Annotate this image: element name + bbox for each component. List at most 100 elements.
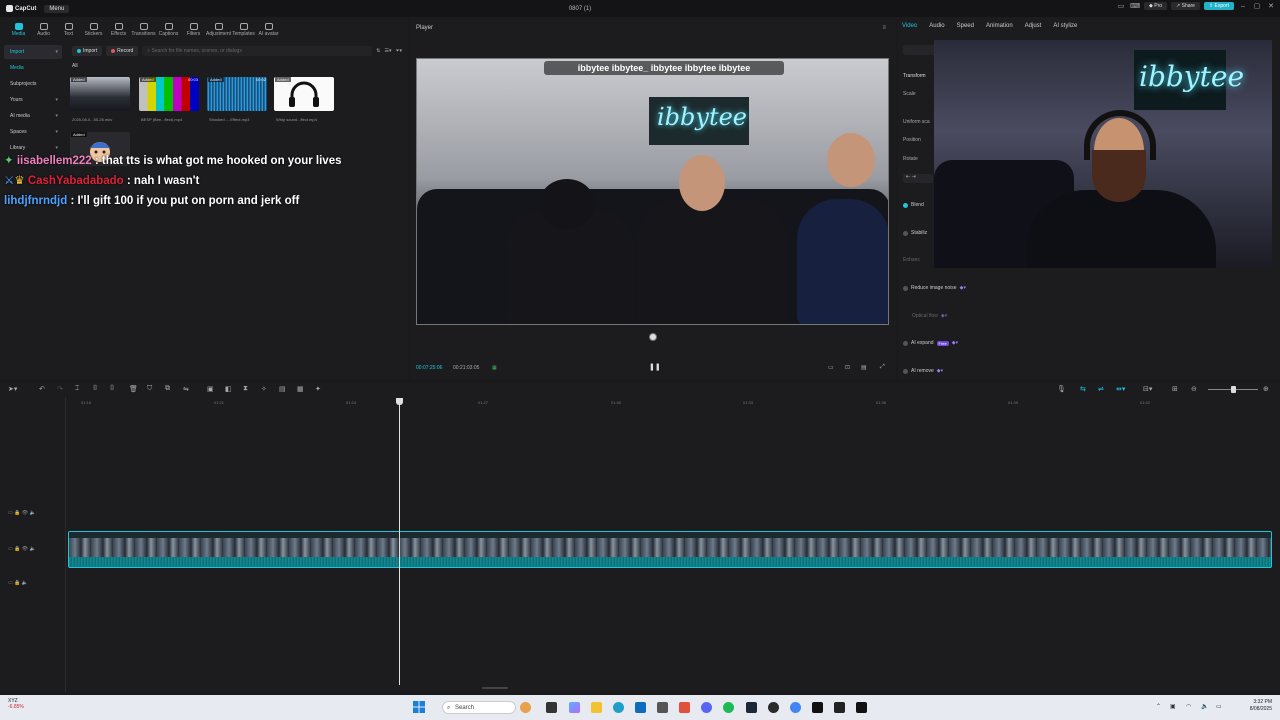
playhead[interactable]: [399, 400, 400, 685]
tab-ai-stylize[interactable]: AI stylize: [1053, 23, 1077, 29]
minimize-button[interactable]: –: [1238, 3, 1248, 10]
fullscreen-icon[interactable]: ⤢: [880, 364, 885, 371]
system-clock[interactable]: 3:32 PM 8/08/2025: [1250, 699, 1272, 713]
tab-templates[interactable]: Templates: [231, 23, 256, 39]
tab-transitions[interactable]: Transitions: [131, 23, 156, 39]
tab-captions[interactable]: Captions: [156, 23, 181, 39]
media-search-input[interactable]: ⌕ Search for file names, scenes, or dial…: [142, 46, 373, 56]
blend-row[interactable]: Blend: [903, 202, 924, 208]
snap-icon[interactable]: ⇌: [1098, 385, 1104, 393]
pro-button[interactable]: ◆ Pro: [1144, 2, 1168, 10]
timeline-scrollbar[interactable]: [482, 687, 508, 689]
stabilize-row[interactable]: Stabiliz: [903, 230, 927, 236]
quality-icon[interactable]: ▤: [861, 364, 867, 371]
wifi-icon[interactable]: ◠: [1186, 703, 1191, 710]
brave-icon[interactable]: [679, 702, 690, 713]
shield-icon[interactable]: ⛉: [147, 385, 152, 393]
mic-icon[interactable]: 🎙: [1057, 385, 1066, 393]
media-thumb-3[interactable]: Added 00:02: [207, 77, 267, 111]
pause-button[interactable]: ❚❚: [649, 363, 661, 371]
media-filter-all[interactable]: All: [72, 63, 78, 69]
zoom-out-icon[interactable]: ⊖: [1191, 385, 1197, 393]
speed-icon[interactable]: ⧗: [243, 385, 248, 393]
select-tool-icon[interactable]: ➤▾: [8, 385, 17, 393]
export-button[interactable]: ⇪ Export: [1203, 2, 1234, 10]
reverse-icon[interactable]: ◧: [225, 385, 232, 393]
player-menu-icon[interactable]: ≡: [882, 25, 886, 31]
caption-tool-icon[interactable]: ▤: [279, 385, 286, 393]
video-preview[interactable]: ibbytee ibbytee ibbytee_ ibbytee ibbytee…: [416, 58, 889, 325]
import-button[interactable]: Import: [72, 46, 103, 56]
widget-cat-icon[interactable]: [520, 702, 531, 713]
obs-icon[interactable]: [768, 702, 779, 713]
time-ruler[interactable]: 01:18 01:21 01:24 01:27 01:30 01:33 01:3…: [66, 397, 1280, 407]
layout-icon[interactable]: ▭: [1116, 2, 1126, 10]
store-icon[interactable]: [657, 702, 668, 713]
stabilize-toggle[interactable]: [903, 230, 908, 236]
tab-media[interactable]: Media: [6, 23, 31, 39]
tab-stickers[interactable]: Stickers: [81, 23, 106, 39]
magic-icon[interactable]: ✧: [261, 385, 267, 393]
volume-icon[interactable]: 🔈: [1201, 703, 1208, 710]
copilot-icon[interactable]: [569, 702, 580, 713]
tab-effects[interactable]: Effects: [106, 23, 131, 39]
tab-speed[interactable]: Speed: [957, 23, 974, 29]
view-icon[interactable]: ☰▾: [384, 48, 391, 54]
sidebar-item-media[interactable]: Media: [4, 61, 62, 75]
redo-icon[interactable]: ↷: [57, 385, 63, 393]
playhead-handle[interactable]: [396, 398, 403, 405]
tab-adjustment[interactable]: Adjustment: [206, 23, 231, 39]
track-3-controls[interactable]: ▭ 🔒 🔈: [8, 580, 28, 586]
media-thumb-1[interactable]: Added: [70, 77, 130, 111]
taskbar-search[interactable]: ⌕ Search: [442, 701, 516, 714]
split-right-icon[interactable]: ⌷: [110, 385, 114, 393]
outlook-icon[interactable]: [635, 702, 646, 713]
epic-games-icon[interactable]: [856, 702, 867, 713]
edge-icon[interactable]: [613, 702, 624, 713]
windows-start-icon[interactable]: [412, 700, 426, 714]
freeze-icon[interactable]: ▣: [207, 385, 214, 393]
crop-tool-icon[interactable]: ⧉: [165, 385, 170, 393]
reduce-noise-toggle[interactable]: [903, 285, 908, 291]
file-explorer-icon[interactable]: [591, 702, 602, 713]
task-view-icon[interactable]: [546, 702, 557, 713]
tab-audio[interactable]: Audio: [31, 23, 56, 39]
track-1-controls[interactable]: ▭ 🔒 👁 🔈: [8, 510, 36, 516]
tab-ai-avatar[interactable]: AI avatar: [256, 23, 281, 39]
sidebar-item-yours[interactable]: Yours: [4, 93, 62, 107]
maximize-button[interactable]: ▢: [1252, 2, 1262, 10]
ai-remove-toggle[interactable]: [903, 368, 908, 374]
steam-icon[interactable]: [746, 702, 757, 713]
sort-icon[interactable]: ⇅: [376, 48, 380, 54]
preview-axis-icon[interactable]: ⇹▾: [1116, 385, 1125, 393]
frame-icon[interactable]: ▦: [297, 385, 304, 393]
auto-cut-icon[interactable]: ✦: [315, 385, 321, 393]
discord-icon[interactable]: [701, 702, 712, 713]
crop-icon[interactable]: ⊡: [845, 364, 850, 371]
tab-audio-props[interactable]: Audio: [929, 23, 944, 29]
ratio-icon[interactable]: ▭: [828, 364, 834, 371]
tray-chevron-icon[interactable]: ⌃: [1156, 703, 1161, 710]
ai-expand-toggle[interactable]: [903, 340, 908, 346]
close-button[interactable]: ✕: [1266, 2, 1276, 10]
zoom-slider-knob[interactable]: [1231, 386, 1236, 393]
mirror-icon[interactable]: ⇋: [183, 385, 189, 393]
sidebar-item-import[interactable]: Import: [4, 45, 62, 59]
fit-icon[interactable]: ⊞: [1172, 385, 1178, 393]
delete-icon[interactable]: 🗑: [129, 385, 138, 393]
battery-icon[interactable]: ▭: [1216, 703, 1222, 710]
tab-adjust[interactable]: Adjust: [1025, 23, 1042, 29]
share-button[interactable]: ↗ Share: [1171, 2, 1200, 10]
chrome-icon[interactable]: [790, 702, 801, 713]
media-thumb-2[interactable]: Added 00:03: [139, 77, 199, 111]
track-2-controls[interactable]: ▭ 🔒 👁 🔈: [8, 546, 36, 552]
tab-video[interactable]: Video: [902, 23, 917, 29]
split-left-icon[interactable]: ⌷: [93, 385, 97, 393]
link-icon[interactable]: ⇆: [1080, 385, 1086, 393]
tray-app-icon[interactable]: ▣: [1170, 703, 1176, 710]
menu-button[interactable]: Menu: [44, 4, 70, 13]
sidebar-item-spaces[interactable]: Spaces: [4, 125, 62, 139]
ai-remove-row[interactable]: AI remove ◆▾: [903, 368, 943, 374]
tab-animation[interactable]: Animation: [986, 23, 1013, 29]
sidebar-item-ai-media[interactable]: AI media: [4, 109, 62, 123]
